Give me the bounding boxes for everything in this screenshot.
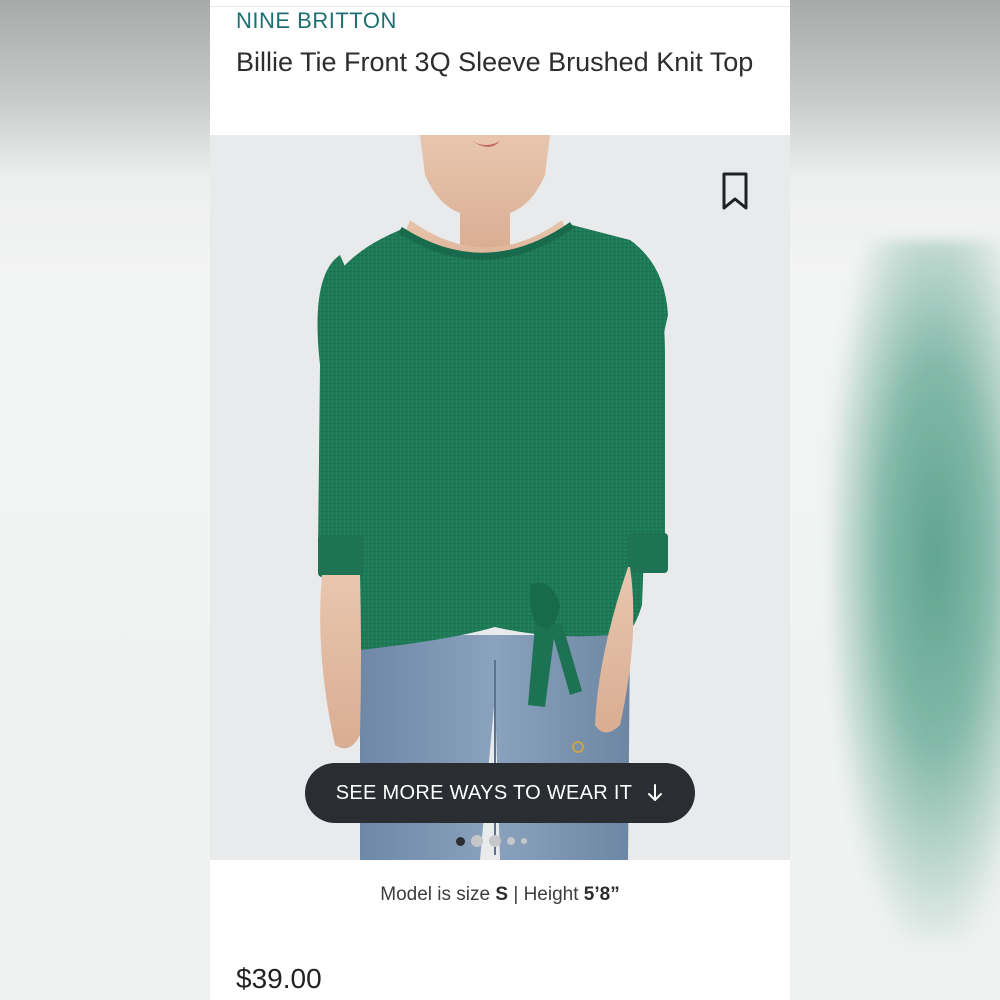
model-height-value: 5’8” (583, 884, 620, 905)
see-more-ways-label: SEE MORE WAYS TO WEAR IT (335, 781, 633, 804)
model-info-separator: | (508, 884, 524, 905)
brand-name[interactable]: NINE BRITTON (236, 8, 397, 34)
product-title: Billie Tie Front 3Q Sleeve Brushed Knit … (236, 47, 754, 77)
carousel-dot[interactable] (489, 835, 501, 847)
carousel-pagination (456, 835, 527, 847)
see-more-ways-button[interactable]: SEE MORE WAYS TO WEAR IT (305, 763, 695, 823)
carousel-dot[interactable] (507, 837, 515, 845)
model-size-info: Model is size S | Height 5’8” (210, 884, 790, 906)
carousel-dot[interactable] (471, 835, 483, 847)
bookmark-icon (722, 172, 748, 210)
product-price: $39.00 (236, 963, 322, 994)
model-height-label: Height (523, 884, 584, 905)
product-photo (210, 135, 790, 860)
bookmark-button[interactable] (718, 171, 752, 211)
arrow-down-icon (648, 784, 663, 801)
model-size-prefix: Model is size (380, 884, 496, 905)
product-image-carousel[interactable]: SEE MORE WAYS TO WEAR IT (210, 135, 790, 860)
carousel-dot[interactable] (521, 838, 527, 844)
product-detail-screen: NINE BRITTON Billie Tie Front 3Q Sleeve … (210, 0, 790, 1000)
top-divider (210, 0, 790, 7)
model-size-value: S (495, 884, 509, 905)
carousel-dot[interactable] (456, 836, 465, 846)
